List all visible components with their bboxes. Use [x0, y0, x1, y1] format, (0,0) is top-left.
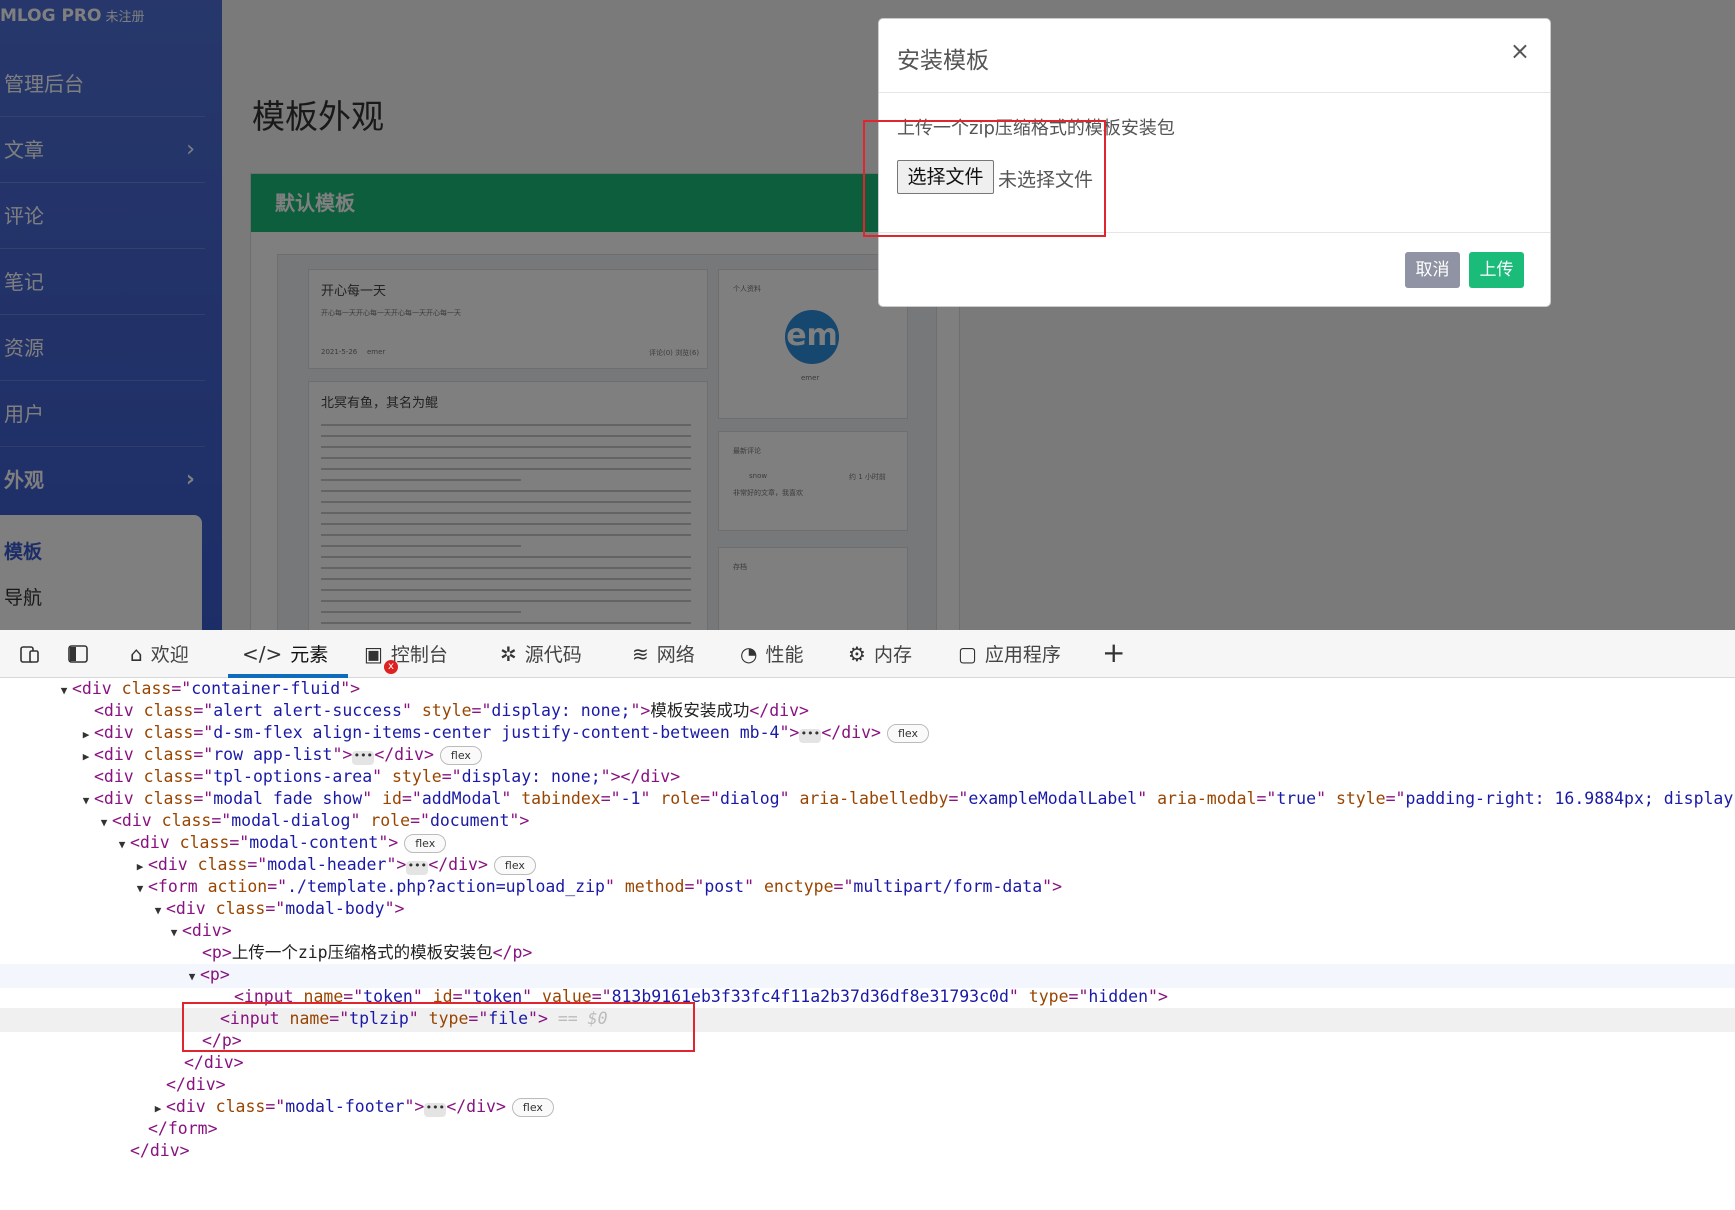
tab-application[interactable]: ▢ 应用程序	[958, 630, 1061, 678]
flex-badge[interactable]: flex	[439, 746, 482, 765]
flex-badge[interactable]: flex	[886, 724, 929, 743]
expand-triangle-icon[interactable]: ▼	[132, 878, 148, 900]
flex-badge[interactable]: flex	[511, 1098, 554, 1117]
collapse-triangle-icon[interactable]: ▶	[78, 724, 94, 746]
dom-node[interactable]: </div>	[0, 1052, 1735, 1076]
admin-webpage: MLOG PRO未注册 管理后台 文章› 评论 笔记 资源 用户 外观› 模板 …	[0, 0, 1735, 630]
devtools-panel: ⌂ 欢迎 </> 元素 ▣ 控制台 x ✲ 源代码 ≋ 网络 ◔ 性能 ⚙ 内存 ▢ 应用程序 …	[0, 630, 1735, 1210]
dom-node[interactable]: ▶ <div class="modal-header">•••</div> flex	[0, 854, 1735, 878]
code-icon: </>	[242, 642, 283, 666]
tab-performance[interactable]: ◔ 性能	[740, 630, 803, 678]
dom-node[interactable]: ▶ <div class="row app-list">•••</div> flex	[0, 744, 1735, 768]
cancel-button[interactable]: 取消	[1405, 252, 1460, 288]
bug-icon: ✲	[500, 642, 517, 666]
tab-console[interactable]: ▣ 控制台	[364, 630, 448, 678]
device-emulation-icon[interactable]	[18, 642, 42, 666]
highlight-box-file-input-node	[182, 1002, 695, 1052]
dom-node[interactable]: </div>	[0, 1074, 1735, 1098]
gauge-icon: ◔	[740, 642, 758, 666]
tab-sources[interactable]: ✲ 源代码	[500, 630, 582, 678]
modal-header: 安装模板 ×	[879, 19, 1550, 93]
expand-triangle-icon[interactable]: ▼	[56, 680, 72, 702]
expand-triangle-icon[interactable]: ▼	[114, 834, 130, 856]
dom-node[interactable]: ▼ <div class="modal-body">	[0, 898, 1735, 922]
expand-triangle-icon[interactable]: ▼	[96, 812, 112, 834]
window-icon: ▢	[958, 642, 977, 666]
collapse-triangle-icon[interactable]: ▶	[78, 746, 94, 768]
dom-node[interactable]: <div class="tpl-options-area" style="dis…	[0, 766, 1735, 790]
dom-node[interactable]: <p>上传一个zip压缩格式的模板安装包</p>	[0, 942, 1735, 966]
collapse-triangle-icon[interactable]: ▶	[132, 856, 148, 878]
ellipsis-button[interactable]: •••	[424, 1102, 447, 1117]
tab-memory[interactable]: ⚙ 内存	[848, 630, 912, 678]
expand-triangle-icon[interactable]: ▼	[150, 900, 166, 922]
screenshot-root: MLOG PRO未注册 管理后台 文章› 评论 笔记 资源 用户 外观› 模板 …	[0, 0, 1735, 1210]
dom-node[interactable]: ▶ <div class="modal-footer">•••</div> flex	[0, 1096, 1735, 1120]
dom-node[interactable]: ▼ <div class="modal-dialog" role="documen…	[0, 810, 1735, 834]
dom-node[interactable]: ▼ <div class="container-fluid">	[0, 678, 1735, 702]
dom-node[interactable]: ▶ <div class="d-sm-flex align-items-cente…	[0, 722, 1735, 746]
ellipsis-button[interactable]: •••	[352, 750, 375, 765]
tab-welcome[interactable]: ⌂ 欢迎	[130, 630, 189, 678]
dom-node[interactable]: ▼ <div class="modal-content"> flex	[0, 832, 1735, 856]
dom-node[interactable]: ▼ <form action="./template.php?action=upl…	[0, 876, 1735, 900]
console-icon: ▣	[364, 642, 383, 666]
flex-badge[interactable]: flex	[493, 856, 536, 875]
tab-network[interactable]: ≋ 网络	[632, 630, 695, 678]
ellipsis-button[interactable]: •••	[406, 860, 429, 875]
dom-node[interactable]: </form>	[0, 1118, 1735, 1142]
dom-node[interactable]: ▼ <p>	[0, 964, 1735, 988]
expand-triangle-icon[interactable]: ▼	[78, 790, 94, 812]
ellipsis-button[interactable]: •••	[799, 728, 822, 743]
flex-badge[interactable]: flex	[404, 834, 447, 853]
highlight-box-file-input	[863, 120, 1106, 237]
dock-panel-icon[interactable]	[66, 642, 90, 666]
dom-node[interactable]: ▼ <div class="modal fade show" id="addMod…	[0, 788, 1735, 812]
upload-button[interactable]: 上传	[1469, 252, 1524, 288]
wifi-icon: ≋	[632, 642, 649, 666]
dom-node[interactable]: </div>	[0, 1140, 1735, 1164]
close-icon[interactable]: ×	[1510, 37, 1530, 65]
expand-triangle-icon[interactable]: ▼	[184, 966, 200, 988]
devtools-tabbar: ⌂ 欢迎 </> 元素 ▣ 控制台 x ✲ 源代码 ≋ 网络 ◔ 性能 ⚙ 内存 ▢ 应用程序 …	[0, 630, 1735, 678]
dom-tree: ▼ <div class="container-fluid"> <div clas…	[0, 678, 1735, 1210]
tab-elements[interactable]: </> 元素	[242, 630, 328, 678]
dom-node[interactable]: <div class="alert alert-success" style="…	[0, 700, 1735, 724]
home-icon: ⌂	[130, 642, 143, 666]
chip-icon: ⚙	[848, 642, 866, 666]
collapse-triangle-icon[interactable]: ▶	[150, 1098, 166, 1120]
expand-triangle-icon[interactable]: ▼	[166, 922, 182, 944]
error-badge: x	[384, 660, 398, 674]
add-tab-button[interactable]: +	[1102, 636, 1125, 669]
modal-title: 安装模板	[897, 48, 989, 74]
dom-node[interactable]: ▼ <div>	[0, 920, 1735, 944]
